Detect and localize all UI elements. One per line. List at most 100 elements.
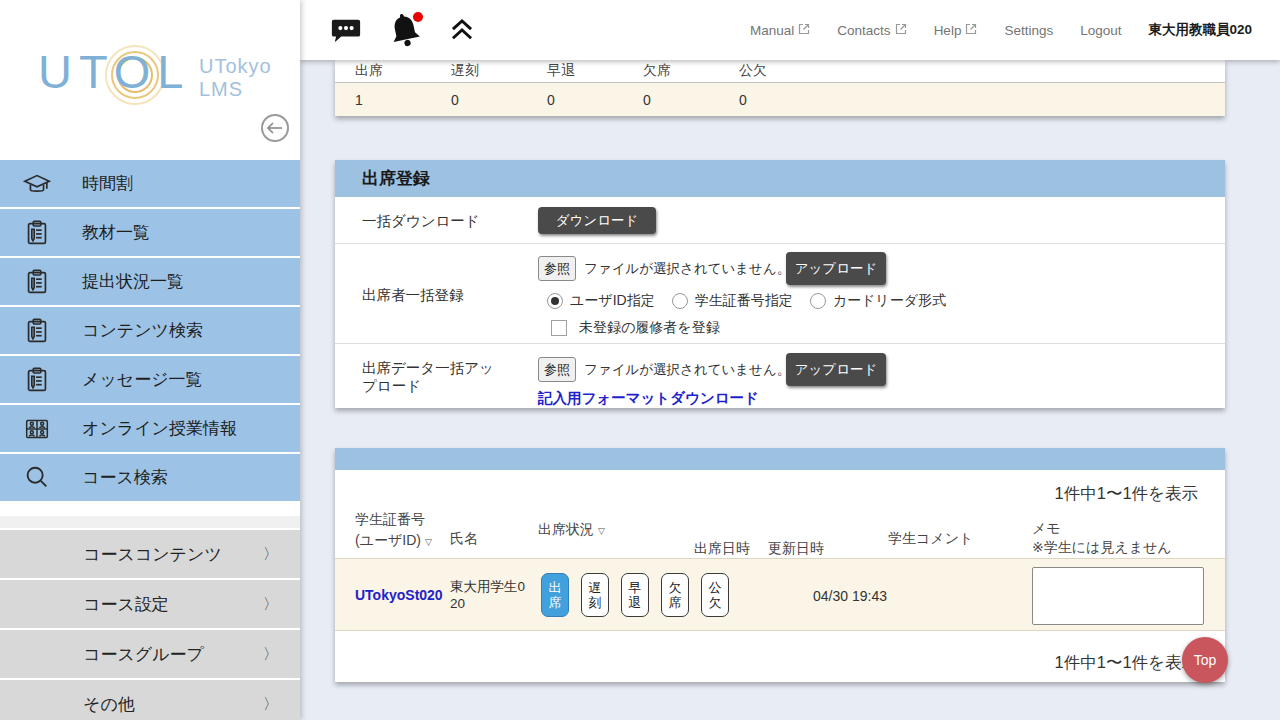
summary-value: 1: [335, 92, 431, 108]
status-button-excused[interactable]: 公欠: [701, 573, 729, 617]
sidebar-course-menu: コースコンテンツ 〉 コース設定 〉 コースグループ 〉 その他 〉: [0, 530, 300, 720]
column-header-status[interactable]: 出席状況 ▽: [538, 521, 605, 539]
summary-header: 公欠: [719, 62, 815, 80]
column-header-update-time: 更新日時: [768, 540, 824, 558]
help-link[interactable]: Help: [934, 23, 978, 38]
student-name: 東大用学生020: [450, 578, 532, 612]
search-icon: [22, 463, 52, 493]
sidebar-item-label: メッセージ一覧: [82, 368, 203, 391]
logo: UTOL UTokyo LMS: [0, 0, 300, 160]
logout-link[interactable]: Logout: [1080, 23, 1121, 38]
sidebar-item-course-contents[interactable]: コースコンテンツ 〉: [0, 530, 300, 578]
row-label: 一括ダウンロード: [335, 197, 538, 243]
radio-card-reader[interactable]: [810, 293, 826, 309]
summary-value: 0: [623, 92, 719, 108]
bulk-download-row: 一括ダウンロード ダウンロード: [335, 197, 1225, 244]
sidebar-item-others[interactable]: その他 〉: [0, 680, 300, 720]
sidebar-item-content-search[interactable]: コンテンツ検索: [0, 307, 300, 354]
summary-value-row: 1 0 0 0 0: [335, 83, 1225, 116]
chat-icon[interactable]: [330, 14, 362, 46]
column-header-name: 氏名: [450, 530, 478, 548]
sidebar-item-label: コンテンツ検索: [82, 319, 203, 342]
student-row: UTokyoSt020 東大用学生020 出席 遅刻 早退 欠席 公欠 04/3…: [335, 558, 1225, 631]
sidebar-item-course-settings[interactable]: コース設定 〉: [0, 580, 300, 628]
status-button-early-leave[interactable]: 早退: [621, 573, 649, 617]
status-button-absent[interactable]: 欠席: [661, 573, 689, 617]
sidebar-item-label: 時間割: [82, 172, 133, 195]
sort-icon: ▽: [425, 537, 432, 547]
column-header-student-id[interactable]: 学生証番号 (ユーザID) ▽: [355, 509, 432, 553]
sidebar-gap: [0, 503, 300, 516]
people-grid-icon: [22, 414, 52, 444]
sidebar-item-label: コース検索: [82, 466, 168, 489]
download-button[interactable]: ダウンロード: [538, 207, 656, 234]
result-count: 1件中1〜1件を表示: [335, 470, 1225, 505]
contacts-link[interactable]: Contacts: [837, 23, 906, 38]
bulk-register-row: 出席者一括登録 参照 ファイルが選択されていません。 アップロード ユーザID指…: [335, 244, 1225, 344]
summary-value: 0: [527, 92, 623, 108]
logo-text: UTOL: [38, 44, 191, 99]
sidebar-item-online-class[interactable]: オンライン授業情報: [0, 405, 300, 452]
attendance-summary-table: 出席 遅刻 早退 欠席 公欠 1 0 0 0 0: [335, 60, 1225, 116]
row-label: 出席データ一括アップロード: [335, 344, 538, 408]
summary-header: 遅刻: [431, 62, 527, 80]
attendance-register-section: 出席登録 一括ダウンロード ダウンロード 出席者一括登録 参照 ファイルが選択さ…: [335, 160, 1225, 408]
topbar: Manual Contacts Help Settings Logout 東大用…: [300, 0, 1280, 60]
sidebar-item-messages[interactable]: メッセージ一覧: [0, 356, 300, 403]
arrow-left-icon: [267, 122, 283, 134]
clipboard-icon: [22, 365, 52, 395]
sidebar-item-submissions[interactable]: 提出状況一覧: [0, 258, 300, 305]
radio-student-number[interactable]: [672, 293, 688, 309]
external-link-icon: [895, 23, 907, 35]
status-button-late[interactable]: 遅刻: [581, 573, 609, 617]
result-count-footer: 1件中1〜1件を表示: [335, 631, 1225, 674]
sidebar-item-materials[interactable]: 教材一覧: [0, 209, 300, 256]
format-download-link[interactable]: 記入用フォーマットダウンロード: [538, 389, 759, 408]
chevron-right-icon: 〉: [263, 645, 278, 664]
sort-icon: ▽: [598, 526, 605, 536]
data-upload-row: 出席データ一括アップロード 参照 ファイルが選択されていません。 アップロード …: [335, 344, 1225, 408]
manual-link[interactable]: Manual: [750, 23, 810, 38]
graduation-cap-icon: [22, 169, 52, 199]
main-content: 出席 遅刻 早退 欠席 公欠 1 0 0 0 0 出席登録 一括ダウンロード ダ…: [300, 60, 1280, 720]
summary-header: 出席: [335, 62, 431, 80]
clipboard-icon: [22, 267, 52, 297]
summary-header: 欠席: [623, 62, 719, 80]
chevron-right-icon: 〉: [263, 595, 278, 614]
upload-button[interactable]: アップロード: [786, 252, 886, 285]
student-id-link[interactable]: UTokyoSt020: [355, 587, 443, 603]
external-link-icon: [965, 23, 977, 35]
sidebar-item-timetable[interactable]: 時間割: [0, 160, 300, 207]
notifications-bell-icon[interactable]: [386, 12, 424, 52]
status-button-present[interactable]: 出席: [541, 573, 569, 617]
row-label: 出席者一括登録: [335, 244, 538, 343]
upload-button[interactable]: アップロード: [786, 353, 886, 386]
settings-link[interactable]: Settings: [1004, 23, 1053, 38]
register-unregistered-checkbox[interactable]: [551, 320, 567, 336]
sidebar-menu: 時間割 教材一覧 提出状況一覧 コンテンツ検索: [0, 160, 300, 501]
table-header-bar: [335, 448, 1225, 470]
scroll-top-button[interactable]: Top: [1182, 637, 1228, 683]
column-header-attend-time: 出席日時: [694, 540, 750, 558]
sidebar-item-label: 教材一覧: [82, 221, 150, 244]
notification-dot: [413, 12, 423, 22]
external-link-icon: [798, 23, 810, 35]
radio-user-id[interactable]: [547, 293, 563, 309]
section-title: 出席登録: [362, 167, 430, 190]
browse-button[interactable]: 参照: [538, 357, 576, 382]
summary-header-row: 出席 遅刻 早退 欠席 公欠: [335, 60, 1225, 83]
sidebar-strip: [0, 516, 300, 528]
column-header-comment: 学生コメント: [888, 530, 973, 548]
sidebar-item-course-search[interactable]: コース検索: [0, 454, 300, 501]
memo-textarea[interactable]: [1032, 567, 1204, 625]
chevron-right-icon: 〉: [263, 695, 278, 714]
browse-button[interactable]: 参照: [538, 256, 576, 281]
summary-value: 0: [431, 92, 527, 108]
file-status-text: ファイルが選択されていません。: [584, 260, 790, 278]
collapse-up-icon[interactable]: [448, 13, 476, 47]
sidebar-item-course-group[interactable]: コースグループ 〉: [0, 630, 300, 678]
summary-header: 早退: [527, 62, 623, 80]
sidebar-item-label: オンライン授業情報: [82, 417, 237, 440]
sidebar-collapse-button[interactable]: [261, 114, 289, 142]
update-time-value: 04/30 19:43: [765, 588, 935, 604]
